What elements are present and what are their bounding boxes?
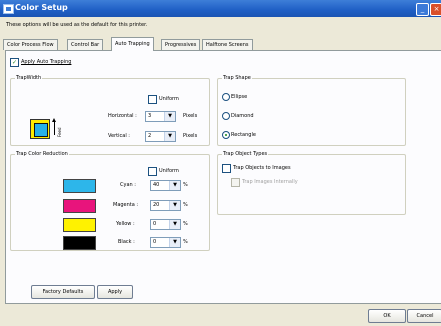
chevron-down-icon[interactable]: ▼ bbox=[169, 201, 180, 210]
title-bar: Color Setup _ × bbox=[0, 0, 441, 17]
feed-arrow-icon bbox=[52, 118, 56, 135]
trap-object-types-group: Trap Object Types Trap Objects to Images… bbox=[217, 151, 406, 215]
trap-width-legend: TrapWidth bbox=[15, 75, 43, 81]
black-dropdown[interactable]: 0 ▼ bbox=[150, 237, 181, 248]
diamond-radio[interactable] bbox=[222, 112, 230, 120]
trap-images-label: Trap Images Internally bbox=[242, 179, 298, 185]
magenta-dropdown[interactable]: 20 ▼ bbox=[150, 200, 181, 211]
trap-shape-group: Trap Shape Ellipse Diamond Rectangle bbox=[217, 75, 406, 146]
yellow-unit: % bbox=[183, 221, 188, 227]
color-reduction-uniform-checkbox[interactable] bbox=[148, 167, 157, 176]
close-button[interactable]: × bbox=[430, 3, 441, 16]
trap-shape-legend: Trap Shape bbox=[222, 75, 252, 81]
trap-objects-label: Trap Objects to Images bbox=[233, 165, 291, 171]
ok-button[interactable]: OK bbox=[368, 309, 406, 323]
yellow-dropdown[interactable]: 0 ▼ bbox=[150, 219, 181, 230]
trap-preview-icon bbox=[30, 119, 50, 139]
trap-object-types-legend: Trap Object Types bbox=[222, 151, 269, 157]
ellipse-label: Ellipse bbox=[231, 94, 248, 100]
chevron-down-icon[interactable]: ▼ bbox=[164, 132, 175, 141]
cyan-label: Cyan : bbox=[120, 182, 136, 188]
black-label: Black : bbox=[118, 239, 135, 245]
chevron-down-icon[interactable]: ▼ bbox=[169, 220, 180, 229]
cancel-button[interactable]: Cancel bbox=[407, 309, 441, 323]
cyan-unit: % bbox=[183, 182, 188, 188]
vertical-value: 2 bbox=[148, 133, 152, 139]
trap-color-reduction-group: Trap Color Reduction Uniform Cyan : 40 ▼… bbox=[10, 151, 210, 251]
trap-width-uniform-checkbox[interactable] bbox=[148, 95, 157, 104]
apply-auto-trapping-checkbox[interactable]: ✓ bbox=[10, 58, 19, 67]
magenta-value: 20 bbox=[153, 202, 160, 208]
yellow-label: Yellow : bbox=[116, 221, 135, 227]
yellow-value: 0 bbox=[153, 221, 157, 227]
cyan-value: 40 bbox=[153, 182, 160, 188]
chevron-down-icon[interactable]: ▼ bbox=[169, 238, 180, 247]
tab-auto-trapping[interactable]: Auto Trapping bbox=[111, 37, 154, 51]
horizontal-label: Horizontal : bbox=[108, 113, 137, 119]
color-reduction-uniform-label: Uniform bbox=[159, 168, 179, 174]
ellipse-radio[interactable] bbox=[222, 93, 230, 101]
magenta-label: Magenta : bbox=[113, 202, 139, 208]
trap-width-uniform-label: Uniform bbox=[159, 96, 179, 102]
black-unit: % bbox=[183, 239, 188, 245]
horizontal-units: Pixels bbox=[183, 113, 198, 119]
vertical-dropdown[interactable]: 2 ▼ bbox=[145, 131, 176, 142]
black-value: 0 bbox=[153, 239, 157, 245]
yellow-swatch bbox=[63, 218, 96, 232]
tab-control-bar[interactable]: Control Bar bbox=[67, 39, 104, 50]
cyan-swatch bbox=[63, 179, 96, 193]
diamond-label: Diamond bbox=[231, 113, 254, 119]
tab-halftone-screens[interactable]: Halftone Screens bbox=[202, 39, 253, 50]
factory-defaults-button[interactable]: Factory Defaults bbox=[31, 285, 95, 299]
info-text: These options will be used as the defaul… bbox=[6, 22, 148, 28]
chevron-down-icon[interactable]: ▼ bbox=[164, 112, 175, 121]
rectangle-label: Rectangle bbox=[231, 132, 256, 138]
trap-width-group: TrapWidth Feed Uniform Horizontal : 3 ▼ … bbox=[10, 75, 210, 146]
tab-color-process-flow[interactable]: Color Process Flow bbox=[3, 39, 58, 50]
auto-trapping-panel: ✓ Apply Auto Trapping TrapWidth Feed Uni… bbox=[5, 50, 441, 304]
magenta-swatch bbox=[63, 199, 96, 213]
app-icon bbox=[3, 4, 14, 14]
trap-images-checkbox[interactable] bbox=[231, 178, 240, 187]
tab-progressives[interactable]: Progressives bbox=[161, 39, 201, 50]
minimize-button[interactable]: _ bbox=[416, 3, 429, 16]
trap-color-reduction-legend: Trap Color Reduction bbox=[15, 151, 69, 157]
horizontal-dropdown[interactable]: 3 ▼ bbox=[145, 111, 176, 122]
rectangle-radio[interactable] bbox=[222, 131, 230, 139]
black-swatch bbox=[63, 236, 96, 250]
magenta-unit: % bbox=[183, 202, 188, 208]
cyan-dropdown[interactable]: 40 ▼ bbox=[150, 180, 181, 191]
window-title: Color Setup bbox=[15, 3, 68, 12]
feed-label: Feed bbox=[57, 127, 62, 137]
trap-objects-checkbox[interactable] bbox=[222, 164, 231, 173]
vertical-label: Vertical : bbox=[108, 133, 130, 139]
apply-auto-trapping-label: Apply Auto Trapping bbox=[21, 59, 72, 65]
apply-button[interactable]: Apply bbox=[97, 285, 133, 299]
horizontal-value: 3 bbox=[148, 113, 152, 119]
vertical-units: Pixels bbox=[183, 133, 198, 139]
chevron-down-icon[interactable]: ▼ bbox=[169, 181, 180, 190]
